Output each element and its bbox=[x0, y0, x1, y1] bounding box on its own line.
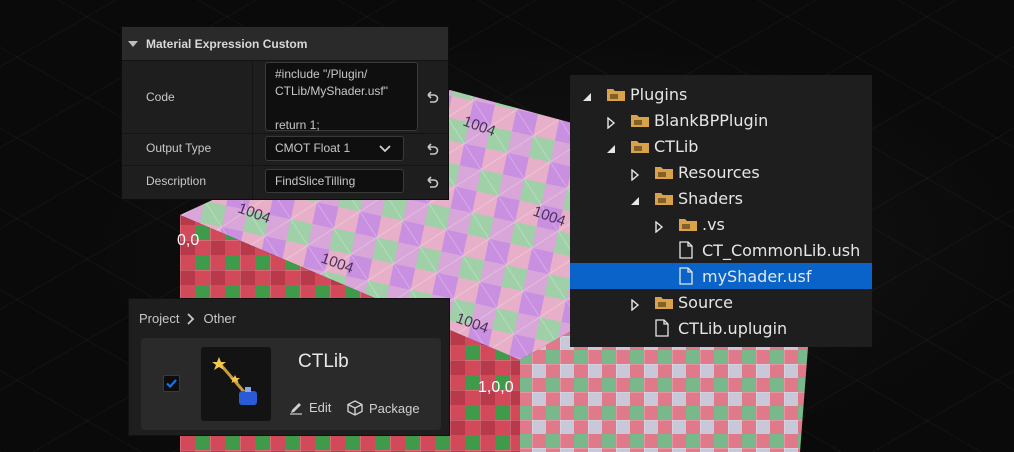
breadcrumb: Project Other bbox=[139, 311, 236, 326]
solution-explorer-tree: Plugins BlankBPPlugin CTLib Resources Shader… bbox=[570, 75, 872, 347]
file-icon bbox=[678, 267, 698, 285]
code-row: Code #include "/Plugin/ CTLib/MyShader.u… bbox=[122, 61, 448, 134]
folder-icon bbox=[606, 85, 626, 103]
description-input[interactable]: FindSliceTilling bbox=[265, 169, 404, 193]
plugin-browser-panel: Project Other CTLib Edit Package bbox=[128, 298, 450, 436]
tree-item-label: BlankBPPlugin bbox=[654, 110, 769, 130]
checkmark-icon bbox=[166, 379, 177, 389]
tree-item-label: CTLib.uplugin bbox=[678, 318, 788, 338]
panel-header[interactable]: Material Expression Custom bbox=[122, 27, 448, 61]
output-type-row: Output Type CMOT Float 1 bbox=[122, 133, 448, 166]
tree-item[interactable]: Shaders bbox=[570, 185, 872, 211]
tree-item[interactable]: BlankBPPlugin bbox=[570, 107, 872, 133]
tree-item-label: Shaders bbox=[678, 188, 744, 208]
file-icon bbox=[654, 319, 674, 337]
cube-label: 1,0,0 bbox=[478, 379, 514, 396]
reset-arrow-icon[interactable] bbox=[424, 141, 440, 157]
tree-item-label: CTLib bbox=[654, 136, 699, 156]
cube-label: 0,0 bbox=[177, 232, 199, 249]
reset-arrow-icon[interactable] bbox=[424, 89, 440, 105]
folder-icon bbox=[630, 137, 650, 155]
folder-icon bbox=[654, 189, 674, 207]
tree-item-label: Source bbox=[678, 292, 733, 312]
collapsed-arrow-icon[interactable] bbox=[630, 166, 640, 182]
tree-item[interactable]: myShader.usf bbox=[570, 263, 872, 289]
panel-title: Material Expression Custom bbox=[146, 36, 308, 51]
expanded-arrow-icon[interactable] bbox=[630, 192, 640, 205]
folder-icon bbox=[654, 163, 674, 181]
collapse-triangle-icon[interactable] bbox=[128, 40, 138, 47]
tree-item[interactable]: CT_CommonLib.ush bbox=[570, 237, 872, 263]
collapsed-arrow-icon[interactable] bbox=[630, 296, 640, 312]
folder-icon bbox=[678, 215, 698, 233]
description-row: Description FindSliceTilling bbox=[122, 165, 448, 199]
tree-item[interactable]: CTLib bbox=[570, 133, 872, 159]
tree-item-label: myShader.usf bbox=[702, 266, 812, 286]
tree-item-label: CT_CommonLib.ush bbox=[702, 240, 861, 260]
breadcrumb-other[interactable]: Other bbox=[203, 311, 236, 326]
plugin-card[interactable]: CTLib Edit Package bbox=[141, 338, 441, 430]
material-expression-panel: Material Expression Custom Code #include… bbox=[121, 26, 449, 200]
tree-item[interactable]: Resources bbox=[570, 159, 872, 185]
code-label: Code bbox=[146, 90, 175, 104]
magic-wand-icon bbox=[212, 357, 257, 405]
tree-item[interactable]: Plugins bbox=[570, 81, 872, 107]
collapsed-arrow-icon[interactable] bbox=[606, 114, 616, 130]
expanded-arrow-icon[interactable] bbox=[606, 140, 616, 153]
tree-item[interactable]: .vs bbox=[570, 211, 872, 237]
collapsed-arrow-icon[interactable] bbox=[654, 218, 664, 234]
pencil-icon bbox=[290, 402, 302, 415]
folder-icon bbox=[630, 111, 650, 129]
folder-icon bbox=[654, 293, 674, 311]
description-label: Description bbox=[146, 174, 207, 188]
reset-arrow-icon[interactable] bbox=[424, 174, 440, 190]
plugin-thumbnail bbox=[201, 347, 271, 421]
plugin-name: CTLib bbox=[298, 351, 349, 372]
tree-item-label: Plugins bbox=[630, 84, 688, 104]
package-button[interactable]: Package bbox=[347, 400, 420, 416]
tree-item-label: Resources bbox=[678, 162, 760, 182]
tree-item[interactable]: CTLib.uplugin bbox=[570, 315, 872, 341]
breadcrumb-project[interactable]: Project bbox=[139, 311, 179, 326]
file-icon bbox=[678, 241, 698, 259]
tree-item[interactable]: Source bbox=[570, 289, 872, 315]
output-type-label: Output Type bbox=[146, 141, 212, 155]
output-type-dropdown[interactable]: CMOT Float 1 bbox=[265, 136, 404, 161]
plugin-enabled-checkbox[interactable] bbox=[163, 375, 180, 392]
package-icon bbox=[347, 400, 363, 416]
expanded-arrow-icon[interactable] bbox=[582, 88, 592, 101]
chevron-right-icon bbox=[187, 312, 195, 325]
edit-button[interactable]: Edit bbox=[289, 400, 331, 415]
code-textarea[interactable]: #include "/Plugin/ CTLib/MyShader.usf" r… bbox=[265, 62, 418, 132]
chevron-down-icon bbox=[379, 145, 391, 153]
tree-item-label: .vs bbox=[702, 214, 725, 234]
